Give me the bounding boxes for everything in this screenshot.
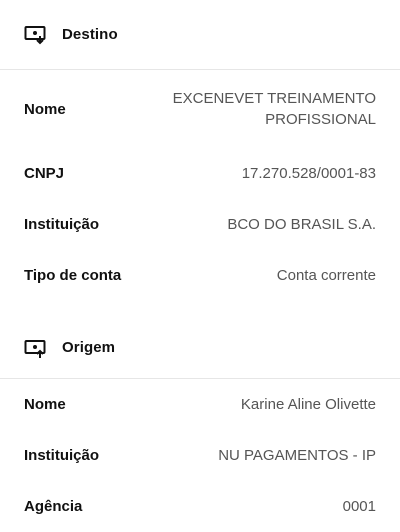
origem-instituicao-label: Instituição [24,447,100,464]
origem-agencia-value: 0001 [342,498,376,515]
destino-instituicao-value: BCO DO BRASIL S.A. [227,216,376,233]
destino-header: Destino [0,0,400,70]
screen-upload-icon [24,339,48,359]
destino-nome-row: Nome EXCENEVET TREINAMENTO PROFISSIONAL [0,70,400,148]
origem-nome-value: Karine Aline Olivette [240,396,376,413]
destino-tipo-conta-label: Tipo de conta [24,267,122,284]
origem-title: Origem [62,339,116,356]
destino-nome-value: EXCENEVET TREINAMENTO PROFISSIONAL [173,88,376,130]
origem-agencia-row: Agência 0001 [0,481,400,532]
destino-section: Destino Nome EXCENEVET TREINAMENTO PROFI… [0,0,400,301]
origem-agencia-label: Agência [24,498,83,515]
origem-instituicao-value: NU PAGAMENTOS - IP [218,447,376,464]
origem-nome-row: Nome Karine Aline Olivette [0,379,400,430]
destino-cnpj-value: 17.270.528/0001-83 [241,165,376,182]
destino-tipo-conta-value: Conta corrente [276,267,376,284]
destino-tipo-conta-row: Tipo de conta Conta corrente [0,250,400,301]
origem-header: Origem [0,339,400,379]
destino-nome-line2: PROFISSIONAL [265,111,376,128]
destino-nome-line1: EXCENEVET TREINAMENTO [172,90,376,107]
destino-instituicao-row: Instituição BCO DO BRASIL S.A. [0,199,400,250]
screen-download-icon [24,25,48,45]
origem-instituicao-row: Instituição NU PAGAMENTOS - IP [0,430,400,481]
origem-nome-label: Nome [24,396,66,413]
destino-nome-label: Nome [24,100,66,118]
destino-cnpj-row: CNPJ 17.270.528/0001-83 [0,148,400,199]
destino-instituicao-label: Instituição [24,216,100,233]
destino-title: Destino [62,26,118,43]
origem-section: Origem Nome Karine Aline Olivette Instit… [0,339,400,532]
destino-cnpj-label: CNPJ [24,165,65,182]
